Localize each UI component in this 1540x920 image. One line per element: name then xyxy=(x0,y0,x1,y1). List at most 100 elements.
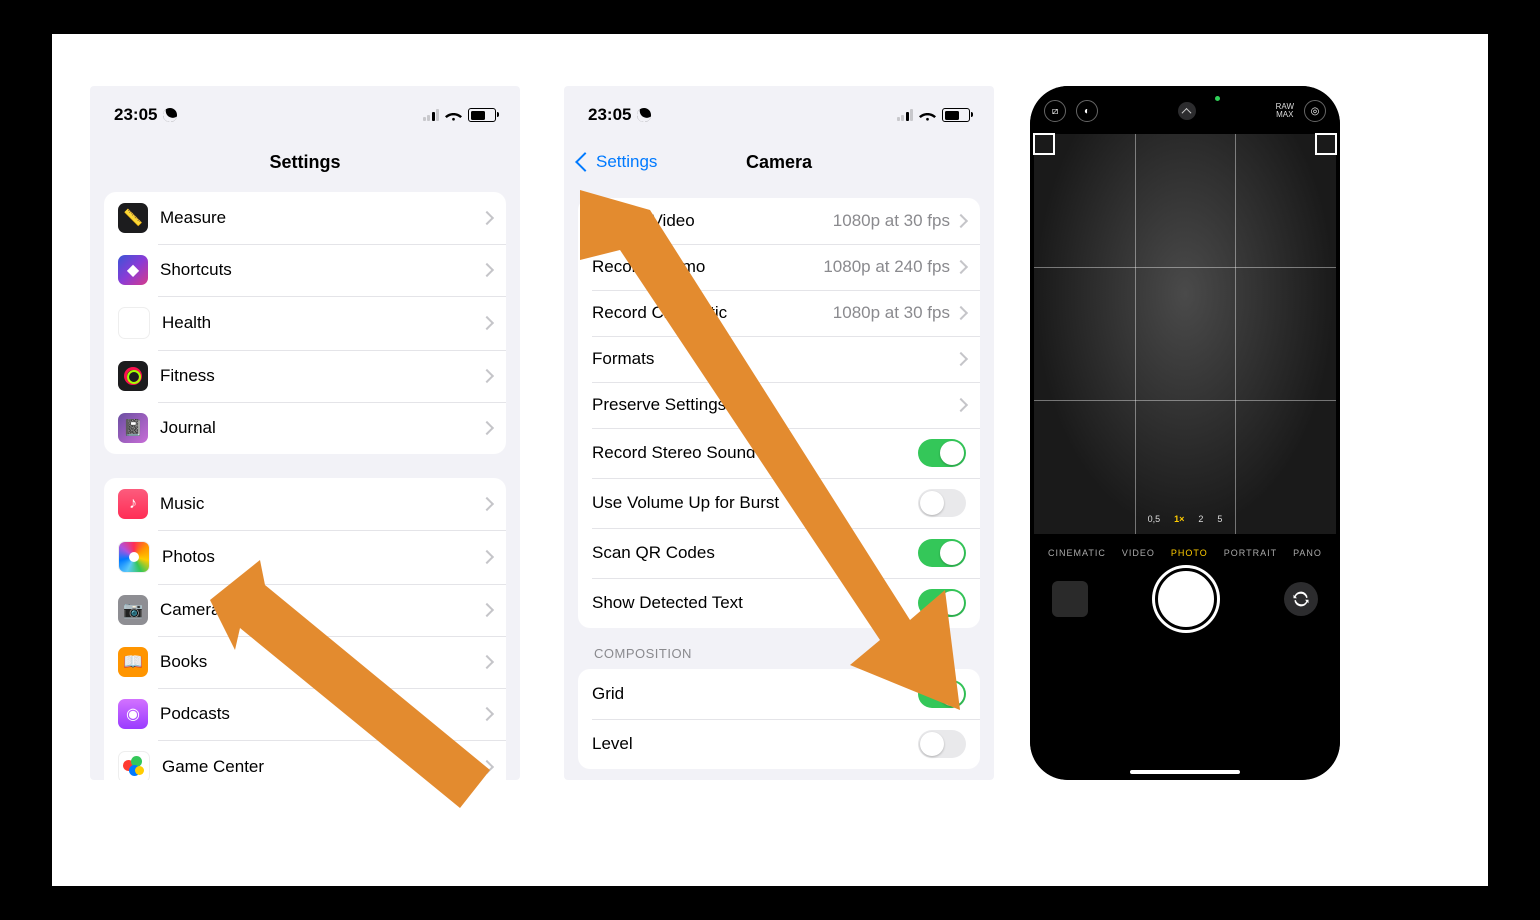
mode-photo[interactable]: PHOTO xyxy=(1171,548,1208,558)
row-label: Books xyxy=(160,652,482,672)
mode-cinematic[interactable]: CINEMATIC xyxy=(1048,548,1106,558)
screenshot-settings-main: 23:05 Settings 📏Measure ◆ Shortcuts ♥ Health… xyxy=(90,86,520,780)
wifi-icon xyxy=(445,109,462,122)
chevron-right-icon xyxy=(954,398,968,412)
camera-row-use-volume-up-for-burst[interactable]: Use Volume Up for Burst xyxy=(578,478,980,528)
row-label: Podcasts xyxy=(160,704,482,724)
zoom-option[interactable]: 1× xyxy=(1174,514,1184,524)
camera-row-show-detected-text[interactable]: Show Detected Text xyxy=(578,578,980,628)
toggle-scan-qr-codes[interactable] xyxy=(918,539,966,567)
row-label: Show Detected Text xyxy=(592,593,918,613)
row-label: Health xyxy=(162,313,482,333)
chevron-left-icon xyxy=(575,152,595,172)
chevron-right-icon xyxy=(954,260,968,274)
chevron-right-icon xyxy=(480,369,494,383)
zoom-option[interactable]: 0,5 xyxy=(1148,514,1161,524)
status-time: 23:05 xyxy=(588,105,651,125)
camera-controls-chevron-icon[interactable] xyxy=(1178,102,1196,120)
camera-row-record-slo-mo[interactable]: Record Slo-mo1080p at 240 fps xyxy=(578,244,980,290)
camera-row-grid[interactable]: Grid xyxy=(578,669,980,719)
raw-toggle[interactable]: RAW MAX xyxy=(1276,103,1294,119)
last-photo-thumbnail[interactable] xyxy=(1052,581,1088,617)
switch-camera-button[interactable] xyxy=(1284,582,1318,616)
camera-row-record-stereo-sound[interactable]: Record Stereo Sound xyxy=(578,428,980,478)
night-mode-icon[interactable]: ◐ xyxy=(1076,100,1098,122)
camera-icon: 📷 xyxy=(118,595,148,625)
settings-row-books[interactable]: 📖 Books xyxy=(104,636,506,688)
grid-line xyxy=(1034,400,1336,401)
row-label: Level xyxy=(592,734,918,754)
screenshot-settings-camera: 23:05 Settings Camera Record Video1080p … xyxy=(564,86,994,780)
mode-portrait[interactable]: PORTRAIT xyxy=(1224,548,1277,558)
chevron-right-icon xyxy=(480,707,494,721)
camera-row-record-video[interactable]: Record Video1080p at 30 fps xyxy=(578,198,980,244)
music-icon: ♪ xyxy=(118,489,148,519)
chevron-right-icon xyxy=(480,655,494,669)
row-label: Fitness xyxy=(160,366,482,386)
settings-row-camera[interactable]: 📷Camera xyxy=(104,584,506,636)
mode-pano[interactable]: PANO xyxy=(1293,548,1322,558)
settings-row-shortcuts[interactable]: ◆ Shortcuts xyxy=(104,244,506,296)
grid-line xyxy=(1034,267,1336,268)
dnd-moon-icon xyxy=(162,106,180,124)
battery-icon xyxy=(942,108,970,122)
status-time: 23:05 xyxy=(114,105,177,125)
toggle-show-detected-text[interactable] xyxy=(918,589,966,617)
settings-row-music[interactable]: ♪Music xyxy=(104,478,506,530)
camera-row-record-cinematic[interactable]: Record Cinematic1080p at 30 fps xyxy=(578,290,980,336)
chevron-right-icon xyxy=(480,211,494,225)
camera-viewfinder[interactable]: 0,5 1× 2 5 xyxy=(1034,134,1336,534)
zoom-option[interactable]: 2 xyxy=(1198,514,1203,524)
mode-video[interactable]: VIDEO xyxy=(1122,548,1155,558)
dnd-moon-icon xyxy=(636,106,654,124)
camera-row-level[interactable]: Level xyxy=(578,719,980,769)
row-label: Record Stereo Sound xyxy=(592,443,918,463)
flash-off-icon[interactable]: ⧄ xyxy=(1044,100,1066,122)
row-detail: 1080p at 30 fps xyxy=(833,211,950,231)
camera-row-preserve-settings[interactable]: Preserve Settings xyxy=(578,382,980,428)
row-label: Preserve Settings xyxy=(592,395,956,415)
toggle-level[interactable] xyxy=(918,730,966,758)
camera-row-formats[interactable]: Formats xyxy=(578,336,980,382)
row-label: Record Slo-mo xyxy=(592,257,823,277)
settings-row-journal[interactable]: 📓Journal xyxy=(104,402,506,454)
settings-row-podcasts[interactable]: ◉Podcasts xyxy=(104,688,506,740)
screenshot-camera-app: ⧄ ◐ RAW MAX ◎ 0,5 1× 2 5 CINEMATIC VIDEO PHOT… xyxy=(1030,86,1340,780)
grid-line xyxy=(1135,134,1136,534)
row-label: Record Video xyxy=(592,211,833,231)
settings-row-photos[interactable]: Photos xyxy=(104,530,506,584)
row-label: Journal xyxy=(160,418,482,438)
chevron-right-icon xyxy=(954,214,968,228)
measure-icon: 📏 xyxy=(118,203,148,233)
toggle-use-volume-up-for-burst[interactable] xyxy=(918,489,966,517)
zoom-option[interactable]: 5 xyxy=(1217,514,1222,524)
toggle-record-stereo-sound[interactable] xyxy=(918,439,966,467)
shutter-button[interactable] xyxy=(1155,568,1217,630)
composition-header: COMPOSITION xyxy=(594,646,964,661)
chevron-right-icon xyxy=(480,316,494,330)
camera-mode-selector[interactable]: CINEMATIC VIDEO PHOTO PORTRAIT PANO xyxy=(1030,534,1340,568)
chevron-right-icon xyxy=(480,550,494,564)
settings-title: Settings xyxy=(269,152,340,173)
row-label: Photos xyxy=(162,547,482,567)
books-icon: 📖 xyxy=(118,647,148,677)
toggle-grid[interactable] xyxy=(918,680,966,708)
row-label: Shortcuts xyxy=(160,260,482,280)
chevron-right-icon xyxy=(954,306,968,320)
zoom-selector[interactable]: 0,5 1× 2 5 xyxy=(1148,514,1223,524)
grid-line xyxy=(1235,134,1236,534)
nav-bar: Settings Camera xyxy=(564,140,994,184)
settings-row-health[interactable]: ♥ Health xyxy=(104,296,506,350)
home-indicator[interactable] xyxy=(1130,770,1240,774)
live-photo-icon[interactable]: ◎ xyxy=(1304,100,1326,122)
settings-row-fitness[interactable]: Fitness xyxy=(104,350,506,402)
row-label: Scan QR Codes xyxy=(592,543,918,563)
settings-row-game-center[interactable]: Game Center xyxy=(104,740,506,780)
shortcuts-icon: ◆ xyxy=(118,255,148,285)
settings-row-measure[interactable]: 📏Measure xyxy=(104,192,506,244)
status-bar: 23:05 xyxy=(90,86,520,140)
camera-row-scan-qr-codes[interactable]: Scan QR Codes xyxy=(578,528,980,578)
back-button[interactable]: Settings xyxy=(578,140,657,184)
privacy-indicator-icon xyxy=(1215,96,1220,101)
health-icon: ♥ xyxy=(118,307,150,339)
